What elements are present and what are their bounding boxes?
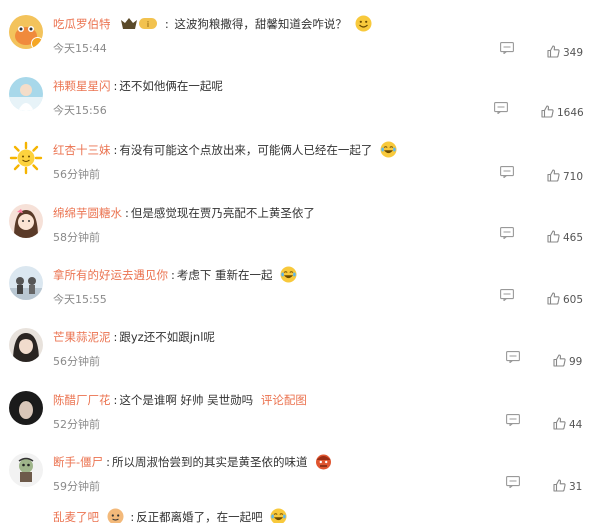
- thumbs-up-icon: [547, 45, 560, 58]
- thumbs-up-icon: [553, 479, 566, 492]
- username[interactable]: 红杏十三妹: [53, 143, 111, 157]
- like-button[interactable]: 710: [547, 165, 583, 183]
- colon: :: [171, 268, 175, 282]
- like-button[interactable]: 99: [553, 350, 582, 368]
- comment-item: 乱麦了吧 : 反正都离婚了，在一起吧: [0, 502, 600, 523]
- colon: :: [113, 330, 118, 344]
- like-count: 710: [563, 171, 584, 183]
- username[interactable]: 祎颗星星闪: [53, 79, 111, 93]
- colon: :: [130, 510, 135, 523]
- username[interactable]: 芒果蒜泥泥: [53, 330, 111, 344]
- avatar[interactable]: [9, 391, 43, 425]
- timestamp: 今天15:44: [53, 42, 107, 55]
- comment-text: 跟yz还不如跟jnl呢: [119, 330, 215, 344]
- comment-bubble-icon[interactable]: [500, 42, 514, 54]
- view-image-link[interactable]: 评论配图: [261, 393, 307, 407]
- thumbs-up-icon: [553, 354, 566, 367]
- username[interactable]: 拿所有的好运去遇见你: [53, 268, 168, 282]
- comment-item: 拿所有的好运去遇见你: 考虑下 重新在一起 今天15:55 605: [0, 255, 600, 317]
- colon: :: [106, 455, 111, 469]
- comment-bubble-icon[interactable]: [506, 414, 520, 426]
- username[interactable]: 乱麦了吧: [53, 510, 99, 523]
- thumbs-up-icon: [547, 292, 560, 305]
- timestamp: 今天15:56: [53, 104, 107, 117]
- comment-bubble-icon[interactable]: [500, 289, 514, 301]
- colon: :: [164, 17, 169, 31]
- grin-emoji-icon: [355, 15, 372, 32]
- laugh-cry-emoji-icon: [380, 141, 397, 158]
- avatar[interactable]: [9, 266, 43, 300]
- comment-text: 还不如他俩在一起呢: [119, 79, 223, 93]
- avatar[interactable]: [9, 328, 43, 362]
- comment-bubble-icon[interactable]: [494, 102, 508, 114]
- comment-text: 考虑下 重新在一起: [176, 268, 273, 282]
- avatar[interactable]: [9, 204, 43, 238]
- comment-bubble-icon[interactable]: [500, 227, 514, 239]
- colon: :: [125, 206, 129, 220]
- avatar[interactable]: [9, 453, 43, 487]
- like-button[interactable]: 465: [547, 226, 583, 244]
- comment-text: 所以周淑怡尝到的其实是黄圣依的味道: [112, 455, 308, 469]
- comment-text: 这个是谁啊 好帅 吴世勋吗: [119, 393, 254, 407]
- username[interactable]: 吃瓜罗伯特: [53, 17, 111, 31]
- laugh-cry-emoji-icon: [280, 266, 297, 283]
- laugh-cry-emoji-icon: [270, 508, 287, 523]
- colon: :: [113, 143, 118, 157]
- svg-text:i: i: [147, 20, 149, 29]
- username[interactable]: 陈醋厂厂花: [53, 393, 111, 407]
- cartoon-face-emoji-icon: [107, 508, 124, 523]
- avatar[interactable]: [9, 77, 43, 111]
- timestamp: 56分钟前: [53, 355, 100, 368]
- thumbs-up-icon: [541, 105, 554, 118]
- timestamp: 58分钟前: [53, 231, 100, 244]
- like-button[interactable]: 605: [547, 288, 583, 306]
- like-button[interactable]: 44: [553, 413, 582, 431]
- thumbs-up-icon: [547, 169, 560, 182]
- comment-item: 吃瓜罗伯特 i : 这波狗粮撒得，甜馨知道会咋说？ 今天15:44 349: [0, 4, 600, 66]
- timestamp: 今天15:55: [53, 293, 107, 306]
- angry-mask-emoji-icon: [315, 453, 332, 470]
- like-count: 605: [563, 294, 584, 306]
- comment-item: 芒果蒜泥泥: 跟yz还不如跟jnl呢 56分钟前 99: [0, 317, 600, 379]
- colon: :: [113, 79, 118, 93]
- like-count: 465: [563, 232, 584, 244]
- comment-bubble-icon[interactable]: [506, 351, 520, 363]
- timestamp: 56分钟前: [53, 168, 100, 181]
- comment-text: 这波狗粮撒得，甜馨知道会咋说？: [174, 17, 347, 31]
- timestamp: 59分钟前: [53, 480, 100, 493]
- comment-text: 有没有可能这个点放出来，可能俩人已经在一起了: [119, 143, 373, 157]
- like-button[interactable]: 31: [553, 475, 582, 493]
- thumbs-up-icon: [547, 230, 560, 243]
- comment-item: 祎颗星星闪: 还不如他俩在一起呢 今天15:56 1646: [0, 66, 600, 128]
- username[interactable]: 断手-僵尸: [53, 455, 103, 469]
- thumbs-up-icon: [553, 417, 566, 430]
- colon: :: [113, 393, 118, 407]
- comment-item: 陈醋厂厂花: 这个是谁啊 好帅 吴世勋吗 评论配图 52分钟前 44: [0, 380, 600, 442]
- timestamp: 52分钟前: [53, 418, 100, 431]
- comment-text: 但是感觉现在贾乃亮配不上黄圣依了: [130, 206, 315, 220]
- comment-bubble-icon[interactable]: [500, 166, 514, 178]
- username[interactable]: 绵绵芋圆糖水: [53, 206, 122, 220]
- comment-item: 红杏十三妹: 有没有可能这个点放出来，可能俩人已经在一起了 56分钟前 710: [0, 130, 600, 192]
- avatar[interactable]: [9, 141, 43, 175]
- like-button[interactable]: 1646: [541, 101, 584, 119]
- comment-item: 绵绵芋圆糖水: 但是感觉现在贾乃亮配不上黄圣依了 58分钟前 465: [0, 193, 600, 255]
- comment-item: 断手-僵尸: 所以周淑怡尝到的其实是黄圣依的味道 59分钟前 31: [0, 442, 600, 504]
- comment-bubble-icon[interactable]: [506, 476, 520, 488]
- avatar[interactable]: [9, 15, 43, 49]
- comment-text: 反正都离婚了，在一起吧: [136, 510, 263, 523]
- like-count: 99: [569, 356, 583, 368]
- vip-badge-icon: i: [120, 16, 158, 31]
- like-count: 44: [569, 419, 583, 431]
- like-count: 31: [569, 481, 583, 493]
- like-count: 349: [563, 47, 584, 59]
- like-button[interactable]: 349: [547, 41, 583, 59]
- like-count: 1646: [557, 107, 584, 119]
